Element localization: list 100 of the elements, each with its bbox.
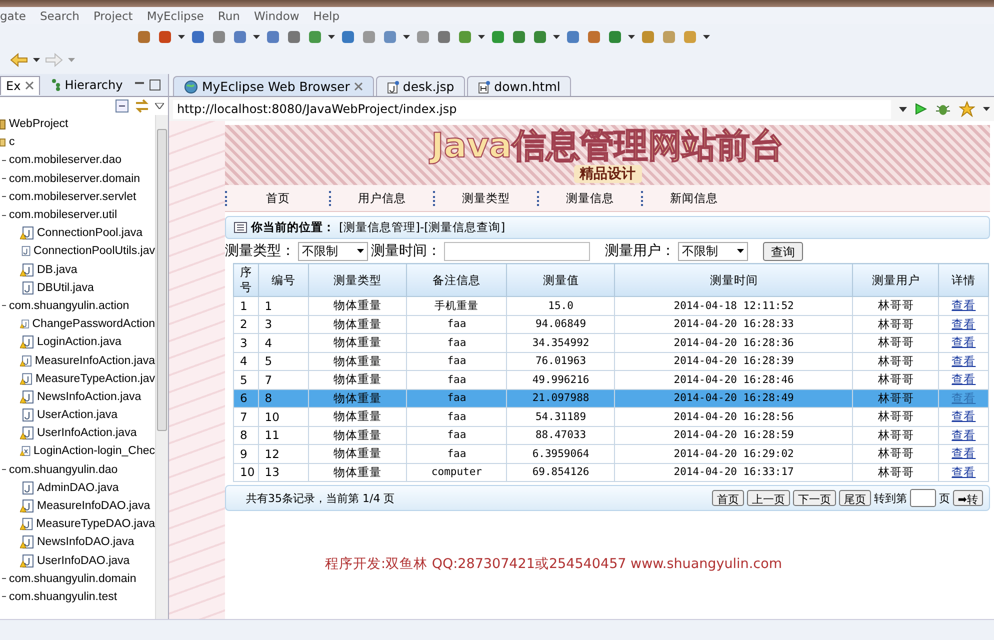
- table-cell: faa: [406, 426, 507, 444]
- caret-icon[interactable]: [33, 58, 40, 62]
- minimize-maximize-icon[interactable]: [134, 79, 162, 91]
- table-row[interactable]: 5 7 物体重量 faa 49.996216 2014-04-20 16:28:46 林哥哥 查看: [234, 370, 988, 389]
- page-button[interactable]: 尾页: [838, 490, 871, 506]
- search-button[interactable]: 查询: [763, 242, 803, 260]
- table-row[interactable]: 6 8 物体重量 faa 21.097988 2014-04-20 16:28:49 林哥哥 查看: [234, 389, 988, 408]
- caret-icon: [357, 249, 364, 253]
- tree-item[interactable]: com.shuangyulin.domain: [0, 570, 155, 588]
- editor-tab[interactable]: down.html: [467, 76, 572, 96]
- back-arrow-icon[interactable]: [10, 53, 28, 67]
- select-field[interactable]: 不限制: [678, 242, 748, 260]
- link-arrows-icon[interactable]: [135, 99, 149, 113]
- tree-item[interactable]: c: [0, 133, 155, 152]
- tree-item[interactable]: NewsInfoAction.java: [0, 388, 155, 406]
- table-cell: 林哥哥: [852, 296, 939, 315]
- table-cell: 8: [234, 426, 258, 444]
- tree-item[interactable]: com.mobileserver.servlet: [0, 188, 155, 206]
- menu-item[interactable]: Run: [218, 8, 240, 22]
- tree-item[interactable]: UserInfoAction.java: [0, 424, 155, 442]
- tree-item[interactable]: ConnectionPool.java: [0, 224, 155, 242]
- menu-item[interactable]: Help: [313, 8, 340, 22]
- table-cell: faa: [406, 334, 507, 352]
- table-row[interactable]: 1 1 物体重量 手机重量 15.0 2014-04-18 12:11:52 林哥哥 查看: [234, 296, 988, 315]
- caret-icon[interactable]: [899, 106, 907, 112]
- tree-item[interactable]: LoginAction.java: [0, 333, 155, 352]
- menu-item[interactable]: gate: [0, 8, 26, 22]
- table-row[interactable]: 9 12 物体重量 faa 6.3959064 2014-04-20 16:29:02 林哥哥 查看: [234, 444, 988, 463]
- editor-tab[interactable]: MyEclipse Web Browser: [173, 76, 374, 96]
- tree-item[interactable]: com.shuangyulin.test: [0, 588, 155, 606]
- table-row[interactable]: 7 10 物体重量 faa 54.31189 2014-04-20 16:28:56 林哥哥 查看: [234, 408, 988, 426]
- tree-item[interactable]: com.mobileserver.domain: [0, 170, 155, 188]
- scrollbar-thumb[interactable]: [157, 129, 167, 431]
- tree-item[interactable]: NewsInfoDAO.java: [0, 533, 155, 552]
- table-cell: 34.354992: [506, 334, 615, 352]
- panel-tab[interactable]: Hierarchy: [46, 76, 128, 94]
- caret-icon[interactable]: [253, 35, 260, 39]
- table-cell: 物体重量: [308, 426, 407, 444]
- caret-icon[interactable]: [553, 35, 560, 39]
- go-button[interactable]: ➡转: [952, 490, 983, 506]
- tree-item[interactable]: UserAction.java: [0, 406, 155, 424]
- nav-link[interactable]: 测量类型: [433, 190, 537, 206]
- editor-tab[interactable]: desk.jsp: [376, 76, 466, 96]
- star-icon[interactable]: [959, 101, 975, 117]
- url-field[interactable]: http://localhost:8080/JavaWebProject/index.jsp: [173, 100, 891, 118]
- tree-item[interactable]: MeasureTypeAction.jav: [0, 370, 155, 388]
- caret-icon[interactable]: [703, 35, 710, 39]
- table-cell: 76.01963: [506, 352, 615, 370]
- table-row[interactable]: 4 5 物体重量 faa 76.01963 2014-04-20 16:28:39 林哥哥 查看: [234, 352, 988, 370]
- tree-item[interactable]: UserInfoDAO.java: [0, 552, 155, 570]
- tree-item[interactable]: DB.java: [0, 260, 155, 279]
- close-icon[interactable]: [24, 81, 34, 90]
- table-row[interactable]: 8 11 物体重量 faa 88.47033 2014-04-20 16:28:59 林哥哥 查看: [234, 426, 988, 444]
- caret-icon[interactable]: [478, 35, 485, 39]
- nav-link[interactable]: 测量信息: [537, 190, 641, 206]
- table-row[interactable]: 10 13 物体重量 computer 69.854126 2014-04-20 16:33:17 林哥哥 查看: [234, 463, 988, 482]
- caret-icon[interactable]: [155, 103, 164, 109]
- menu-item[interactable]: Project: [93, 8, 133, 22]
- tree-item[interactable]: ConnectionPoolUtils.jav: [0, 242, 155, 260]
- tree-item-label: com.mobileserver.servlet: [9, 190, 136, 203]
- caret-icon[interactable]: [328, 35, 335, 39]
- tree-item[interactable]: ChangePasswordAction: [0, 315, 155, 334]
- select-field[interactable]: 不限制: [298, 242, 368, 260]
- collapse-all-icon[interactable]: [115, 99, 129, 113]
- table-cell: 林哥哥: [852, 389, 939, 408]
- tree-item[interactable]: com.shuangyulin.action: [0, 296, 155, 316]
- caret-icon[interactable]: [403, 35, 410, 39]
- scrollbar[interactable]: [155, 115, 168, 619]
- page-button[interactable]: 下一页: [792, 490, 836, 506]
- nav-link[interactable]: 用户信息: [329, 190, 433, 206]
- nav-link[interactable]: 首页: [225, 190, 329, 206]
- caret-icon[interactable]: [628, 35, 635, 39]
- table-row[interactable]: 2 3 物体重量 faa 94.06849 2014-04-20 16:28:33 林哥哥 查看: [234, 315, 988, 334]
- tree-item[interactable]: MeasureTypeDAO.java: [0, 515, 155, 534]
- menu-item[interactable]: Window: [254, 8, 300, 22]
- tree-item[interactable]: AdminDAO.java: [0, 478, 155, 497]
- tree-item[interactable]: com.mobileserver.dao: [0, 151, 155, 170]
- menu-item[interactable]: Search: [40, 8, 80, 22]
- tree-item[interactable]: LoginAction-login_Chec: [0, 442, 155, 461]
- date-input-field[interactable]: [444, 242, 590, 260]
- tree-item[interactable]: WebProject: [0, 115, 155, 134]
- page-number-field[interactable]: [910, 489, 936, 507]
- nav-link[interactable]: 新闻信息: [641, 190, 745, 206]
- table-cell: 2: [234, 315, 258, 334]
- close-icon[interactable]: [354, 82, 363, 91]
- menu-item[interactable]: MyEclipse: [146, 8, 204, 22]
- page-button[interactable]: 首页: [712, 490, 744, 506]
- table-cell: 2014-04-20 16:28:33: [614, 315, 853, 334]
- panel-tab[interactable]: Ex: [0, 76, 40, 94]
- tree-item[interactable]: MeasureInfoDAO.java: [0, 496, 155, 516]
- caret-icon[interactable]: [178, 35, 185, 39]
- tree-item[interactable]: com.mobileserver.util: [0, 206, 155, 224]
- table-cell: 21.097988: [506, 389, 615, 408]
- tree-item[interactable]: MeasureInfoAction.java: [0, 351, 155, 370]
- tree-item[interactable]: DBUtil.java: [0, 278, 155, 297]
- tree-item[interactable]: com.shuangyulin.dao: [0, 460, 155, 479]
- page-button[interactable]: 上一页: [746, 490, 790, 506]
- caret-icon[interactable]: [983, 107, 990, 111]
- tree-item-label: LoginAction.java: [37, 336, 122, 348]
- table-row[interactable]: 3 4 物体重量 faa 34.354992 2014-04-20 16:28:36 林哥哥 查看: [234, 334, 988, 352]
